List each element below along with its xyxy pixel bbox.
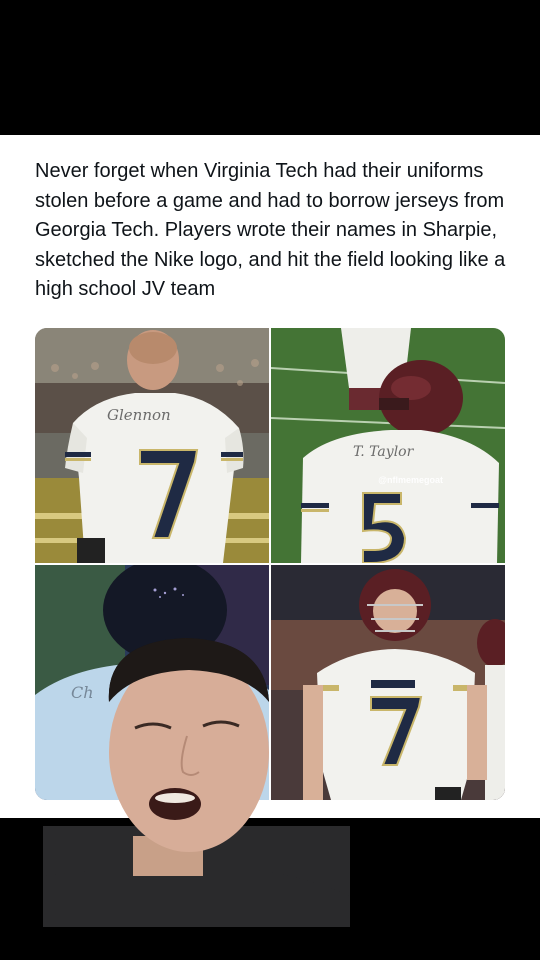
photo-qb-front-art (271, 565, 505, 800)
tweet-text: Never forget when Virginia Tech had thei… (35, 160, 506, 300)
jersey-name-ch: Ch (71, 683, 94, 702)
streamer-face (108, 638, 269, 852)
photo-glennon[interactable]: Glennon (35, 328, 269, 563)
jersey-name-taylor: T. Taylor (353, 444, 414, 460)
jersey-name-glennon: Glennon (107, 406, 171, 424)
photo-taylor[interactable]: T. Taylor @nflmemegoat (271, 328, 505, 563)
photo-glennon-art (35, 328, 269, 563)
watermark-text: @nflmemegoat (378, 475, 443, 485)
photo-qb-front[interactable] (271, 565, 505, 800)
